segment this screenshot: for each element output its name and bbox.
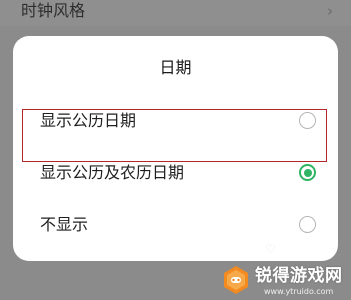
chevron-right-icon: › <box>327 2 333 20</box>
watermark-text: 锐得游戏网 <box>255 266 343 286</box>
option-label: 显示公历及农历日期 <box>40 163 185 182</box>
gamepad-logo-icon <box>224 266 248 294</box>
faint-heart-icon: ♡ <box>265 242 276 256</box>
option-hide-date[interactable]: 不显示 <box>13 199 338 251</box>
radio-button-selected[interactable] <box>299 164 316 181</box>
option-label: 不显示 <box>40 215 89 234</box>
background-settings-row: 时钟风格 › <box>0 0 351 26</box>
watermark-url: www.ytruido.com <box>264 287 334 296</box>
dialog-title: 日期 <box>159 58 192 77</box>
setting-title: 时钟风格 <box>21 1 86 20</box>
site-watermark: 锐得游戏网 www.ytruido.com <box>218 263 351 300</box>
radio-button[interactable] <box>299 216 316 233</box>
highlight-box <box>22 109 327 162</box>
